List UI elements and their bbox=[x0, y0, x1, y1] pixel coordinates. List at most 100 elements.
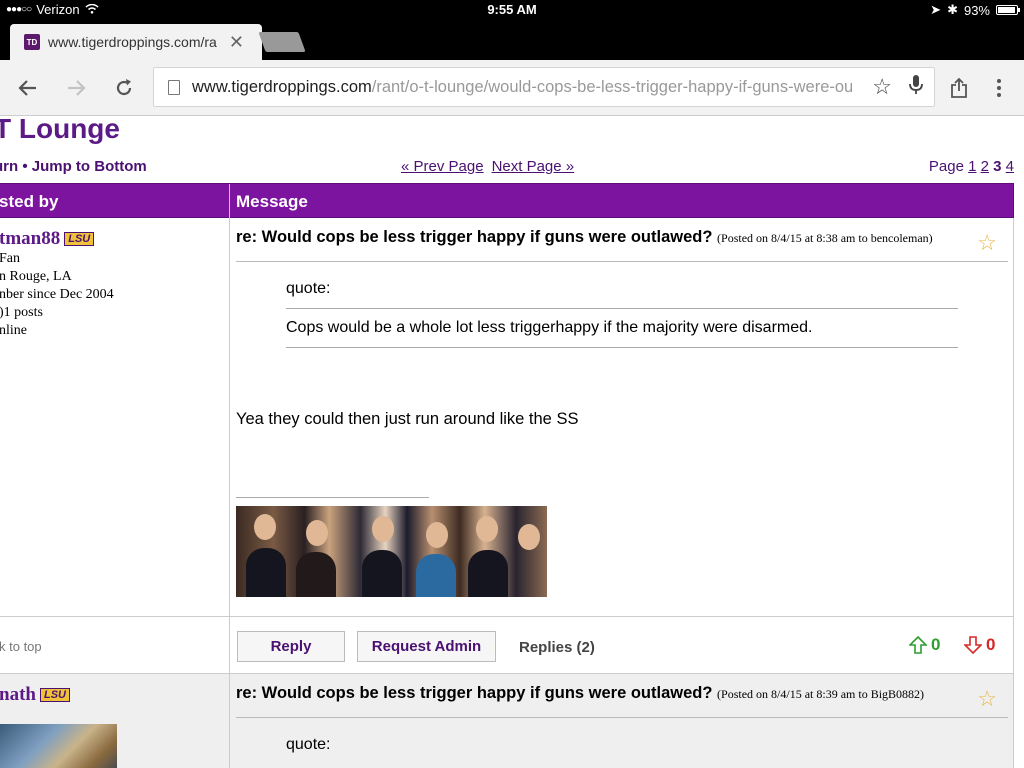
next-page-link[interactable]: Next Page » bbox=[492, 158, 575, 175]
tab-title: www.tigerdroppings.com/ra bbox=[48, 34, 217, 50]
tab-strip: TD www.tigerdroppings.com/ra ✕ bbox=[0, 20, 1024, 60]
battery-icon bbox=[996, 5, 1020, 15]
favorite-star-icon[interactable]: ☆ bbox=[977, 230, 997, 256]
share-icon bbox=[951, 77, 967, 98]
status-bar: ●●●○○ Verizon 9:55 AM ➤ ✱ 93% bbox=[0, 0, 1024, 20]
author-username[interactable]: tman88 bbox=[0, 228, 60, 249]
figure bbox=[372, 516, 394, 542]
post-title-text: re: Would cops be less trigger happy if … bbox=[236, 684, 713, 702]
posted-by-header: sted by bbox=[0, 192, 59, 211]
forward-arrow-icon bbox=[68, 80, 86, 96]
column-divider bbox=[229, 674, 230, 768]
title-divider bbox=[236, 261, 1008, 262]
post-title: re: Would cops be less trigger happy if … bbox=[236, 228, 933, 247]
page-content: T Lounge urn • Jump to Bottom « Prev Pag… bbox=[0, 117, 1024, 768]
bluetooth-icon: ✱ bbox=[947, 2, 958, 17]
column-divider bbox=[229, 218, 230, 616]
quote-label: quote: bbox=[286, 280, 331, 297]
reply-button[interactable]: Reply bbox=[237, 631, 345, 662]
downvote-button[interactable]: 0 bbox=[964, 635, 995, 655]
page-link-2[interactable]: 2 bbox=[981, 158, 989, 175]
title-divider bbox=[236, 717, 1008, 718]
post-title: re: Would cops be less trigger happy if … bbox=[236, 684, 924, 703]
more-vertical-icon bbox=[997, 79, 1001, 97]
back-to-top-link[interactable]: k to top bbox=[0, 639, 42, 654]
table-header: sted by Message bbox=[0, 183, 1014, 219]
share-button[interactable] bbox=[945, 74, 973, 102]
upvote-button[interactable]: 0 bbox=[909, 635, 940, 655]
back-button[interactable] bbox=[14, 74, 42, 102]
quote-divider-bottom bbox=[286, 347, 958, 348]
team-badge-icon: LSU bbox=[39, 688, 70, 702]
url-path: /rant/o-t-lounge/would-cops-be-less-trig… bbox=[371, 77, 852, 96]
new-tab-button[interactable] bbox=[258, 32, 306, 52]
back-arrow-icon bbox=[18, 80, 36, 96]
status-right: ➤ ✱ 93% bbox=[930, 2, 1020, 18]
page-link-1[interactable]: 1 bbox=[968, 158, 976, 175]
quote-label: quote: bbox=[286, 736, 331, 753]
favorite-star-icon[interactable]: ☆ bbox=[977, 686, 997, 712]
page-navigation: « Prev Page Next Page » bbox=[401, 158, 582, 175]
signature-divider bbox=[236, 497, 429, 498]
reload-icon bbox=[116, 79, 132, 96]
prev-page-link[interactable]: « Prev Page bbox=[401, 158, 484, 175]
page-numbers: Page 1 2 3 4 bbox=[929, 158, 1014, 175]
close-tab-icon[interactable]: ✕ bbox=[229, 32, 244, 53]
post-meta: (Posted on 8/4/15 at 8:39 am to BigB0882… bbox=[717, 687, 925, 701]
url-text[interactable]: www.tigerdroppings.com/rant/o-t-lounge/w… bbox=[192, 78, 852, 97]
post: tman88 LSU Fan n Rouge, LA nber since Dec… bbox=[0, 218, 1014, 616]
forum-title: T Lounge bbox=[0, 117, 120, 144]
figure bbox=[468, 550, 508, 597]
thread-navigation: urn • Jump to Bottom « Prev Page Next Pag… bbox=[0, 158, 1024, 180]
post-body: Yea they could then just run around like… bbox=[236, 410, 579, 428]
signature-image bbox=[236, 506, 547, 597]
page-current-3: 3 bbox=[993, 158, 1002, 175]
author-info: Fan n Rouge, LA nber since Dec 2004 )1 p… bbox=[0, 250, 114, 340]
forward-button[interactable] bbox=[62, 74, 90, 102]
figure bbox=[518, 524, 540, 550]
page-label: Page bbox=[928, 158, 964, 175]
bookmark-star-icon[interactable]: ☆ bbox=[872, 74, 892, 102]
post-title-text: re: Would cops be less trigger happy if … bbox=[236, 228, 713, 246]
upvote-arrow-icon bbox=[909, 636, 927, 654]
column-divider bbox=[229, 617, 230, 673]
message-header: Message bbox=[236, 192, 308, 211]
reload-button[interactable] bbox=[110, 74, 138, 102]
team-badge-icon: LSU bbox=[64, 232, 95, 246]
microphone-icon[interactable] bbox=[908, 74, 924, 102]
author-location: n Rouge, LA bbox=[0, 269, 72, 284]
figure bbox=[416, 554, 456, 597]
author-username[interactable]: nath bbox=[0, 684, 36, 705]
omnibox-actions: ☆ bbox=[872, 74, 924, 102]
figure bbox=[254, 514, 276, 540]
request-admin-button[interactable]: Request Admin bbox=[357, 631, 496, 662]
menu-button[interactable] bbox=[985, 74, 1013, 102]
site-favicon-icon: TD bbox=[24, 34, 40, 50]
figure bbox=[426, 522, 448, 548]
author-member-since: nber since Dec 2004 bbox=[0, 287, 114, 302]
quote-divider-top bbox=[286, 308, 958, 309]
author-name[interactable]: nath LSU bbox=[0, 684, 70, 706]
page-icon bbox=[168, 79, 180, 95]
figure bbox=[296, 552, 336, 597]
clock: 9:55 AM bbox=[487, 2, 537, 17]
figure bbox=[306, 520, 328, 546]
quote-text: Cops would be a whole lot less triggerha… bbox=[286, 319, 813, 336]
jump-to-bottom-link[interactable]: urn • Jump to Bottom bbox=[0, 158, 147, 175]
page-link-4[interactable]: 4 bbox=[1006, 158, 1014, 175]
figure bbox=[362, 550, 402, 597]
header-divider bbox=[229, 184, 230, 219]
location-icon: ➤ bbox=[930, 2, 942, 17]
post-actions: k to top Reply Request Admin Replies (2)… bbox=[0, 616, 1014, 674]
author-name[interactable]: tman88 LSU bbox=[0, 228, 95, 250]
figure bbox=[246, 548, 286, 597]
post: nath LSU re: Would cops be less trigger h… bbox=[0, 674, 1014, 768]
address-bar[interactable]: www.tigerdroppings.com/rant/o-t-lounge/w… bbox=[153, 67, 935, 107]
browser-tab[interactable]: TD www.tigerdroppings.com/ra ✕ bbox=[10, 24, 262, 60]
figure bbox=[476, 516, 498, 542]
upvote-count: 0 bbox=[931, 635, 941, 654]
avatar bbox=[0, 724, 117, 768]
downvote-count: 0 bbox=[986, 635, 996, 654]
replies-count[interactable]: Replies (2) bbox=[519, 639, 595, 656]
url-host: www.tigerdroppings.com bbox=[192, 77, 372, 96]
